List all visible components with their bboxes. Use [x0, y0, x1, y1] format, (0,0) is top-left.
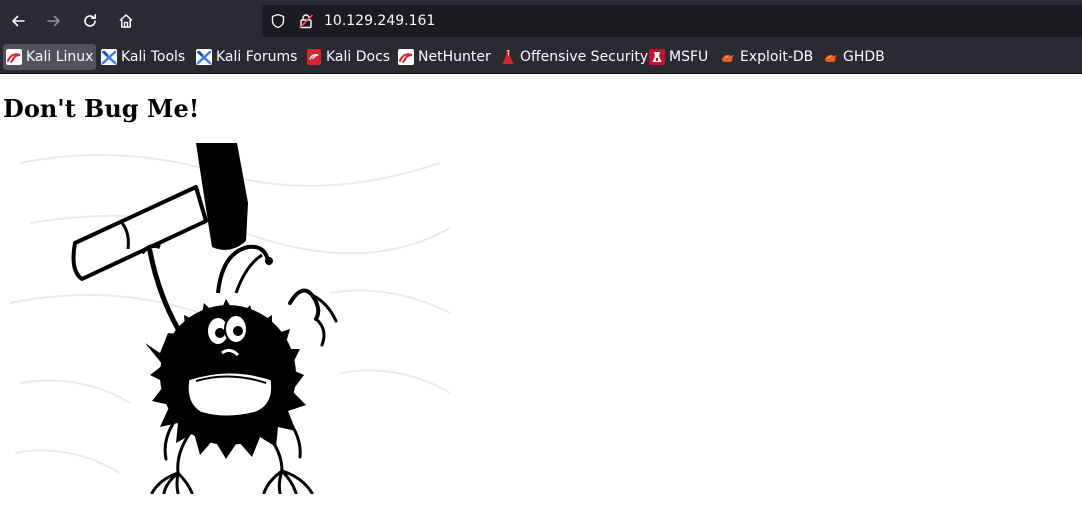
- exploit-db-icon: [722, 55, 734, 62]
- bookmark-label: Kali Tools: [121, 49, 186, 65]
- browser-window: 10.129.249.161 Kali Linux Kali Tools Kal…: [0, 0, 1082, 525]
- insecure-lock-icon[interactable]: [298, 13, 314, 29]
- bookmark-nethunter[interactable]: NetHunter: [395, 44, 494, 70]
- offsec-icon: [502, 50, 514, 64]
- bookmark-label: NetHunter: [418, 49, 491, 65]
- msfu-icon: [649, 49, 665, 65]
- bookmark-ghdb[interactable]: GHDB: [820, 44, 888, 70]
- bookmark-exploit-db[interactable]: Exploit-DB: [717, 44, 816, 70]
- reload-icon: [84, 14, 96, 27]
- back-button[interactable]: [4, 7, 32, 35]
- bookmark-label: Kali Linux: [26, 49, 94, 65]
- page-heading: Don't Bug Me!: [3, 94, 200, 123]
- bookmark-label: GHDB: [843, 49, 885, 65]
- tracking-protection-shield-icon[interactable]: [270, 13, 286, 29]
- bookmark-kali-forums[interactable]: Kali Forums: [193, 44, 300, 70]
- bookmark-msfu[interactable]: MSFU: [646, 44, 711, 70]
- address-bar[interactable]: 10.129.249.161: [262, 5, 1082, 37]
- bookmark-kali-docs[interactable]: Kali Docs: [303, 44, 393, 70]
- cartoon-bug-hammer-image: [9, 143, 451, 494]
- home-button[interactable]: [112, 7, 140, 35]
- bookmark-offensive-security[interactable]: Offensive Security: [497, 44, 651, 70]
- bookmark-kali-linux[interactable]: Kali Linux: [3, 44, 97, 70]
- arrow-right-icon: [47, 15, 60, 27]
- kali-docs-icon: [307, 49, 321, 65]
- bookmark-label: Kali Docs: [326, 49, 391, 65]
- url-text[interactable]: 10.129.249.161: [324, 12, 435, 30]
- arrow-left-icon: [12, 15, 25, 27]
- forward-button[interactable]: [40, 7, 68, 35]
- kali-dragon-icon: [6, 49, 22, 65]
- bookmark-label: Offensive Security: [520, 49, 649, 65]
- bookmark-label: MSFU: [669, 49, 709, 65]
- bookmark-kali-tools[interactable]: Kali Tools: [98, 44, 188, 70]
- home-icon: [119, 14, 133, 28]
- reload-button[interactable]: [76, 7, 104, 35]
- bookmark-label: Exploit-DB: [740, 49, 814, 65]
- kali-forums-icon: [196, 49, 212, 65]
- kali-tools-icon: [101, 49, 117, 65]
- navigation-toolbar: 10.129.249.161: [0, 0, 1082, 42]
- bookmarks-toolbar: Kali Linux Kali Tools Kali Forums Kali D…: [0, 42, 1082, 74]
- nethunter-icon: [398, 49, 414, 65]
- ghdb-icon: [825, 55, 837, 62]
- page-content: Don't Bug Me!: [0, 74, 1082, 525]
- bookmark-label: Kali Forums: [216, 49, 298, 65]
